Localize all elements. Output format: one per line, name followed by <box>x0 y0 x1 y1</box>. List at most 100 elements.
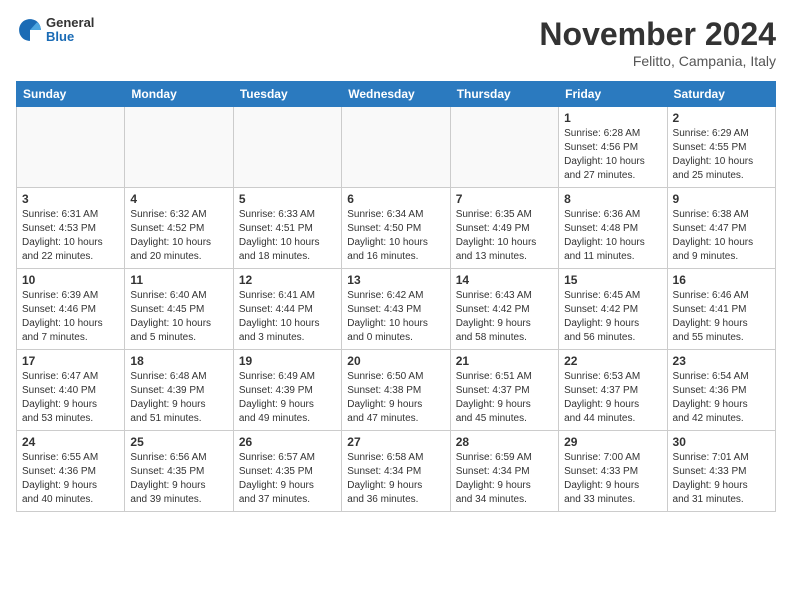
calendar-cell: 27 Sunrise: 6:58 AM Sunset: 4:34 PM Dayli… <box>342 431 450 512</box>
calendar-cell: 17 Sunrise: 6:47 AM Sunset: 4:40 PM Dayli… <box>17 350 125 431</box>
calendar-cell: 21 Sunrise: 6:51 AM Sunset: 4:37 PM Dayli… <box>450 350 558 431</box>
day-info: Sunrise: 7:00 AM Sunset: 4:33 PM Dayligh… <box>564 451 661 507</box>
logo-general-text: General <box>46 16 94 30</box>
day-number: 8 <box>564 192 661 206</box>
day-info: Sunrise: 6:49 AM Sunset: 4:39 PM Dayligh… <box>239 370 336 426</box>
week-row-2: 3Sunrise: 6:31 AM Sunset: 4:53 PM Daylig… <box>17 188 776 269</box>
day-info: Sunrise: 6:41 AM Sunset: 4:44 PM Dayligh… <box>239 289 336 345</box>
day-number: 17 <box>22 354 119 368</box>
day-info: Sunrise: 6:59 AM Sunset: 4:34 PM Dayligh… <box>456 451 553 507</box>
day-number: 2 <box>673 111 770 125</box>
day-info: Sunrise: 6:56 AM Sunset: 4:35 PM Dayligh… <box>130 451 227 507</box>
day-number: 12 <box>239 273 336 287</box>
logo-icon <box>16 16 44 44</box>
weekday-monday: Monday <box>125 82 233 107</box>
weekday-saturday: Saturday <box>667 82 775 107</box>
day-number: 22 <box>564 354 661 368</box>
title-area: November 2024 Felitto, Campania, Italy <box>539 16 776 69</box>
calendar-cell: 8 Sunrise: 6:36 AM Sunset: 4:48 PM Daylig… <box>559 188 667 269</box>
calendar-cell <box>17 107 125 188</box>
calendar-cell: 29 Sunrise: 7:00 AM Sunset: 4:33 PM Dayli… <box>559 431 667 512</box>
calendar-cell: 16 Sunrise: 6:46 AM Sunset: 4:41 PM Dayli… <box>667 269 775 350</box>
calendar-cell: 24Sunrise: 6:55 AM Sunset: 4:36 PM Dayli… <box>17 431 125 512</box>
day-info: Sunrise: 6:33 AM Sunset: 4:51 PM Dayligh… <box>239 208 336 264</box>
week-row-4: 17 Sunrise: 6:47 AM Sunset: 4:40 PM Dayli… <box>17 350 776 431</box>
day-number: 29 <box>564 435 661 449</box>
weekday-tuesday: Tuesday <box>233 82 341 107</box>
week-row-5: 24Sunrise: 6:55 AM Sunset: 4:36 PM Dayli… <box>17 431 776 512</box>
day-number: 30 <box>673 435 770 449</box>
day-number: 15 <box>564 273 661 287</box>
weekday-friday: Friday <box>559 82 667 107</box>
calendar-cell: 13Sunrise: 6:42 AM Sunset: 4:43 PM Dayli… <box>342 269 450 350</box>
logo: General Blue <box>16 16 94 45</box>
day-number: 27 <box>347 435 444 449</box>
page-header: General Blue November 2024 Felitto, Camp… <box>16 16 776 69</box>
day-number: 6 <box>347 192 444 206</box>
day-info: Sunrise: 6:46 AM Sunset: 4:41 PM Dayligh… <box>673 289 770 345</box>
day-info: Sunrise: 6:45 AM Sunset: 4:42 PM Dayligh… <box>564 289 661 345</box>
calendar-cell: 4Sunrise: 6:32 AM Sunset: 4:52 PM Daylig… <box>125 188 233 269</box>
day-number: 9 <box>673 192 770 206</box>
calendar-cell: 2Sunrise: 6:29 AM Sunset: 4:55 PM Daylig… <box>667 107 775 188</box>
calendar-cell: 20Sunrise: 6:50 AM Sunset: 4:38 PM Dayli… <box>342 350 450 431</box>
day-info: Sunrise: 6:53 AM Sunset: 4:37 PM Dayligh… <box>564 370 661 426</box>
day-number: 19 <box>239 354 336 368</box>
day-info: Sunrise: 6:35 AM Sunset: 4:49 PM Dayligh… <box>456 208 553 264</box>
day-number: 21 <box>456 354 553 368</box>
calendar-cell: 11 Sunrise: 6:40 AM Sunset: 4:45 PM Dayli… <box>125 269 233 350</box>
logo-blue-text: Blue <box>46 30 94 44</box>
day-info: Sunrise: 6:34 AM Sunset: 4:50 PM Dayligh… <box>347 208 444 264</box>
day-number: 23 <box>673 354 770 368</box>
calendar-cell: 10Sunrise: 6:39 AM Sunset: 4:46 PM Dayli… <box>17 269 125 350</box>
day-info: Sunrise: 6:32 AM Sunset: 4:52 PM Dayligh… <box>130 208 227 264</box>
day-number: 18 <box>130 354 227 368</box>
month-title: November 2024 <box>539 16 776 53</box>
day-number: 7 <box>456 192 553 206</box>
calendar-cell <box>342 107 450 188</box>
calendar-cell: 1 Sunrise: 6:28 AM Sunset: 4:56 PM Daylig… <box>559 107 667 188</box>
week-row-1: 1 Sunrise: 6:28 AM Sunset: 4:56 PM Daylig… <box>17 107 776 188</box>
day-info: Sunrise: 6:51 AM Sunset: 4:37 PM Dayligh… <box>456 370 553 426</box>
calendar-cell: 22 Sunrise: 6:53 AM Sunset: 4:37 PM Dayli… <box>559 350 667 431</box>
weekday-header-row: SundayMondayTuesdayWednesdayThursdayFrid… <box>17 82 776 107</box>
calendar-cell <box>450 107 558 188</box>
calendar-cell: 30 Sunrise: 7:01 AM Sunset: 4:33 PM Dayli… <box>667 431 775 512</box>
day-info: Sunrise: 6:54 AM Sunset: 4:36 PM Dayligh… <box>673 370 770 426</box>
day-number: 1 <box>564 111 661 125</box>
day-number: 11 <box>130 273 227 287</box>
day-number: 20 <box>347 354 444 368</box>
day-number: 25 <box>130 435 227 449</box>
calendar-cell: 26 Sunrise: 6:57 AM Sunset: 4:35 PM Dayli… <box>233 431 341 512</box>
day-info: Sunrise: 6:36 AM Sunset: 4:48 PM Dayligh… <box>564 208 661 264</box>
calendar-cell: 3Sunrise: 6:31 AM Sunset: 4:53 PM Daylig… <box>17 188 125 269</box>
calendar-cell: 6 Sunrise: 6:34 AM Sunset: 4:50 PM Daylig… <box>342 188 450 269</box>
calendar-cell: 7 Sunrise: 6:35 AM Sunset: 4:49 PM Daylig… <box>450 188 558 269</box>
day-info: Sunrise: 6:58 AM Sunset: 4:34 PM Dayligh… <box>347 451 444 507</box>
day-info: Sunrise: 7:01 AM Sunset: 4:33 PM Dayligh… <box>673 451 770 507</box>
calendar-cell: 5Sunrise: 6:33 AM Sunset: 4:51 PM Daylig… <box>233 188 341 269</box>
week-row-3: 10Sunrise: 6:39 AM Sunset: 4:46 PM Dayli… <box>17 269 776 350</box>
calendar-cell: 28Sunrise: 6:59 AM Sunset: 4:34 PM Dayli… <box>450 431 558 512</box>
weekday-sunday: Sunday <box>17 82 125 107</box>
calendar-cell: 25 Sunrise: 6:56 AM Sunset: 4:35 PM Dayli… <box>125 431 233 512</box>
calendar-cell: 18Sunrise: 6:48 AM Sunset: 4:39 PM Dayli… <box>125 350 233 431</box>
day-info: Sunrise: 6:43 AM Sunset: 4:42 PM Dayligh… <box>456 289 553 345</box>
day-info: Sunrise: 6:28 AM Sunset: 4:56 PM Dayligh… <box>564 127 661 183</box>
calendar-cell: 12 Sunrise: 6:41 AM Sunset: 4:44 PM Dayli… <box>233 269 341 350</box>
calendar-cell: 9 Sunrise: 6:38 AM Sunset: 4:47 PM Daylig… <box>667 188 775 269</box>
day-number: 3 <box>22 192 119 206</box>
day-number: 13 <box>347 273 444 287</box>
day-number: 24 <box>22 435 119 449</box>
calendar-table: SundayMondayTuesdayWednesdayThursdayFrid… <box>16 81 776 512</box>
weekday-thursday: Thursday <box>450 82 558 107</box>
day-info: Sunrise: 6:47 AM Sunset: 4:40 PM Dayligh… <box>22 370 119 426</box>
day-info: Sunrise: 6:38 AM Sunset: 4:47 PM Dayligh… <box>673 208 770 264</box>
day-info: Sunrise: 6:57 AM Sunset: 4:35 PM Dayligh… <box>239 451 336 507</box>
day-info: Sunrise: 6:40 AM Sunset: 4:45 PM Dayligh… <box>130 289 227 345</box>
day-info: Sunrise: 6:39 AM Sunset: 4:46 PM Dayligh… <box>22 289 119 345</box>
day-number: 26 <box>239 435 336 449</box>
logo-text: General Blue <box>46 16 94 45</box>
day-number: 16 <box>673 273 770 287</box>
calendar-cell: 15 Sunrise: 6:45 AM Sunset: 4:42 PM Dayli… <box>559 269 667 350</box>
